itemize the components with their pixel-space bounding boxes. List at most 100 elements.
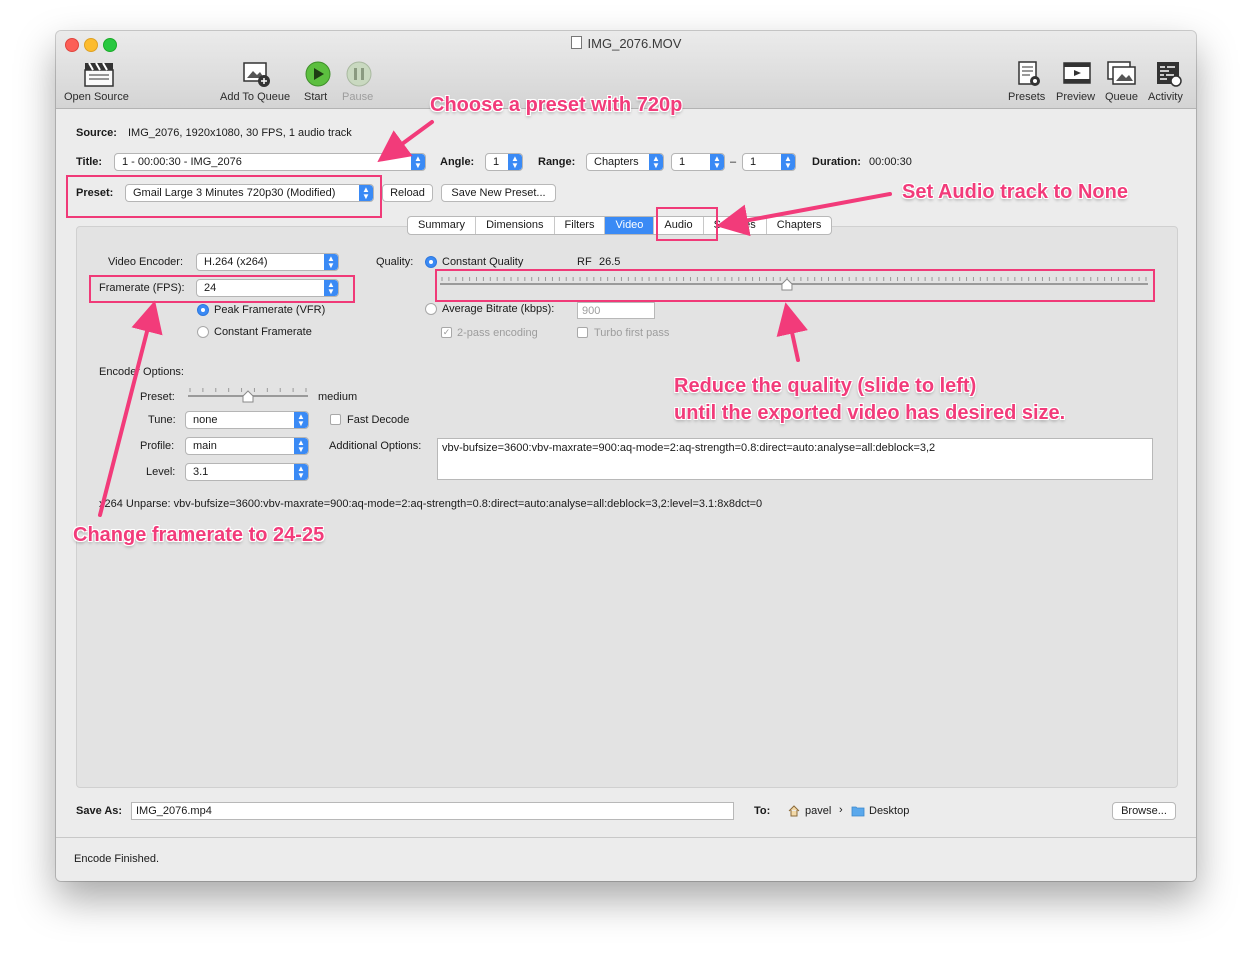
framerate-annotation: Change framerate to 24-25 [73,524,325,546]
quality-label: Quality: [376,256,414,268]
peak-framerate-radio[interactable] [197,304,209,316]
quality-annotation-line2: until the exported video has desired siz… [674,402,1066,424]
angle-select-value: 1 [493,156,500,168]
fast-decode-checkbox[interactable] [330,414,341,425]
range-label: Range: [538,156,576,168]
settings-tabs: Summary Dimensions Filters Video Audio S… [407,216,833,235]
video-encoder-value: H.264 (x264) [204,256,268,268]
save-as-input[interactable]: IMG_2076.mp4 [131,802,734,820]
angle-select[interactable]: 1 ▲ ▼ [485,153,523,171]
handbrake-window: IMG_2076.MOV Open Source Add To Queue St… [56,31,1196,881]
tab-chapters[interactable]: Chapters [767,217,832,234]
range-end-select[interactable]: 1 ▲ ▼ [742,153,796,171]
video-encoder-select[interactable]: H.264 (x264) ▲ ▼ [196,253,339,271]
two-pass-checkbox[interactable]: ✓ [441,327,452,338]
reload-button[interactable]: Reload [382,184,433,202]
pause-button[interactable]: Pause [339,59,379,105]
tab-summary[interactable]: Summary [408,217,477,234]
tune-value: none [193,414,218,426]
preset-annotation: Choose a preset with 720p [430,94,683,116]
add-to-queue-button[interactable]: Add To Queue [216,59,298,105]
audio-tab-highlight-box [656,207,718,241]
encoder-preset-knob[interactable] [242,390,254,403]
level-value: 3.1 [193,466,209,478]
constant-framerate-radio[interactable] [197,326,209,338]
pause-icon [346,61,372,87]
turbo-first-pass-label: Turbo first pass [594,327,670,339]
source-label: Source: [76,127,117,139]
quality-annotation-line1: Reduce the quality (slide to left) [674,375,977,397]
chevron-up-down-icon: ▲ ▼ [781,154,795,170]
constant-quality-radio[interactable] [425,256,437,268]
turbo-first-pass-checkbox[interactable] [577,327,588,338]
duration-value: 00:00:30 [869,156,912,168]
encoder-preset-slider[interactable] [186,386,310,404]
preview-label: Preview [1056,91,1096,103]
start-label: Start [304,91,328,103]
additional-options-label: Additional Options: [329,440,422,452]
x264-unparse-text: x264 Unparse: vbv-bufsize=3600:vbv-maxra… [99,498,763,510]
folder-icon [851,806,865,817]
clapperboard-icon [84,62,114,87]
destination-user[interactable]: pavel [805,805,831,817]
activity-button[interactable]: Activity [1145,59,1191,105]
tab-dimensions[interactable]: Dimensions [476,217,555,234]
average-bitrate-radio[interactable] [425,303,437,315]
tab-video[interactable]: Video [605,217,655,234]
chevron-up-down-icon: ▲ ▼ [294,438,308,454]
encoder-preset-value: medium [318,391,358,403]
average-bitrate-input[interactable]: 900 [577,302,655,319]
quality-slider-highlight-box [435,269,1155,302]
chevron-up-down-icon: ▲ ▼ [324,254,338,270]
chevron-up-down-icon: ▲ ▼ [649,154,663,170]
start-button[interactable]: Start [300,59,336,105]
profile-select[interactable]: main ▲ ▼ [185,437,309,455]
to-label: To: [754,805,771,817]
peak-framerate-label: Peak Framerate (VFR) [214,304,326,316]
title-select[interactable]: 1 - 00:00:30 - IMG_2076 ▲ ▼ [114,153,426,171]
save-new-preset-button[interactable]: Save New Preset... [441,184,556,202]
browse-button[interactable]: Browse... [1112,802,1176,820]
framerate-highlight-box [89,275,355,303]
rf-label: RF [577,256,592,268]
chevron-up-down-icon: ▲ ▼ [710,154,724,170]
activity-icon [1157,62,1182,87]
save-as-label: Save As: [76,805,123,817]
queue-icon [1107,61,1136,85]
queue-button[interactable]: Queue [1102,59,1142,105]
profile-label: Profile: [140,440,175,452]
chevron-up-down-icon: ▲ ▼ [411,154,425,170]
range-start-value: 1 [679,156,686,168]
presets-button[interactable]: Presets [1006,59,1052,105]
presets-icon [1018,61,1040,86]
range-type-select[interactable]: Chapters ▲ ▼ [586,153,664,171]
angle-label: Angle: [440,156,475,168]
open-source-button[interactable]: Open Source [60,59,138,105]
encoder-options-heading: Encoder Options: [99,366,184,378]
preview-button[interactable]: Preview [1055,59,1099,105]
destination-folder[interactable]: Desktop [869,805,909,817]
tab-filters[interactable]: Filters [555,217,606,234]
source-value: IMG_2076, 1920x1080, 30 FPS, 1 audio tra… [128,127,352,139]
level-select[interactable]: 3.1 ▲ ▼ [185,463,309,481]
video-encoder-label: Video Encoder: [108,256,184,268]
tune-label: Tune: [148,414,176,426]
encoder-preset-label: Preset: [140,391,175,403]
play-icon [305,61,331,87]
window-title: IMG_2076.MOV [56,36,1196,51]
level-label: Level: [146,466,176,478]
range-end-value: 1 [750,156,757,168]
rf-value: 26.5 [599,256,621,268]
chevron-right-icon: › [839,804,843,816]
chevron-up-down-icon: ▲ ▼ [294,412,308,428]
tune-select[interactable]: none ▲ ▼ [185,411,309,429]
presets-label: Presets [1008,91,1046,103]
range-separator: – [730,156,737,168]
fast-decode-label: Fast Decode [347,414,410,426]
open-source-label: Open Source [64,91,129,103]
preset-highlight-box [66,175,382,218]
title-label: Title: [76,156,103,168]
additional-options-textarea[interactable]: vbv-bufsize=3600:vbv-maxrate=900:aq-mode… [437,438,1153,480]
chevron-up-down-icon: ▲ ▼ [508,154,522,170]
range-start-select[interactable]: 1 ▲ ▼ [671,153,725,171]
